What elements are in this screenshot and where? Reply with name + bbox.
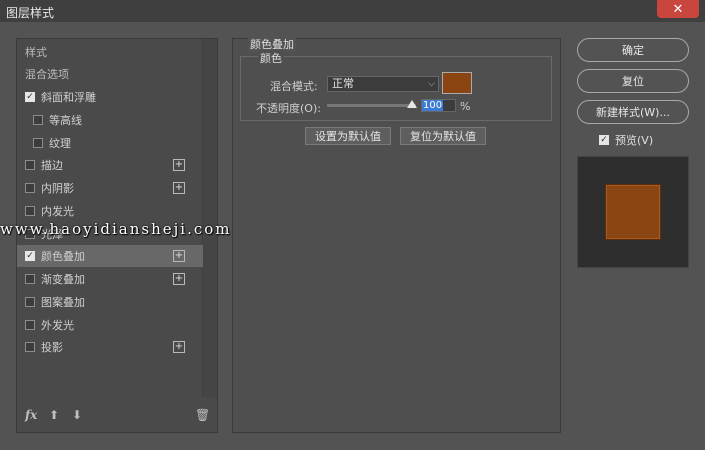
list-item-label: 斜面和浮雕 xyxy=(41,91,96,104)
stroke-checkbox[interactable] xyxy=(25,160,35,170)
ok-button[interactable]: 确定 xyxy=(577,38,689,62)
list-item-label: 混合选项 xyxy=(25,68,69,81)
overlay-color-swatch[interactable] xyxy=(442,72,472,94)
new-style-button[interactable]: 新建样式(W)... xyxy=(577,100,689,124)
list-item-label: 投影 xyxy=(41,341,63,354)
list-item-inner-glow[interactable]: 内发光 xyxy=(17,200,203,222)
list-item-label: 颜色叠加 xyxy=(41,250,85,263)
dialog-title: 图层样式 xyxy=(6,6,55,20)
add-drop-shadow-plus-icon[interactable]: + xyxy=(173,341,185,353)
list-item-label: 图案叠加 xyxy=(41,296,85,309)
drop-shadow-checkbox[interactable] xyxy=(25,342,35,352)
opacity-value: 100 xyxy=(422,100,444,111)
outer-glow-checkbox[interactable] xyxy=(25,320,35,330)
list-bottom-toolbar: fx ⬆ ⬇ 🗑 xyxy=(25,408,210,426)
fieldset-legend-color: 颜色 xyxy=(258,50,284,66)
preview-toggle[interactable]: ✓ 预览(V) xyxy=(599,132,653,148)
list-item-color-overlay[interactable]: ✓ 颜色叠加 + xyxy=(17,245,203,267)
preview-thumbnail xyxy=(605,184,661,240)
list-item-stroke[interactable]: 描边 + xyxy=(17,154,203,176)
list-item-bevel-emboss[interactable]: ✓ 斜面和浮雕 xyxy=(17,86,203,108)
add-gradient-overlay-plus-icon[interactable]: + xyxy=(173,273,185,285)
list-item-pattern-overlay[interactable]: 图案叠加 xyxy=(17,291,203,313)
pattern-overlay-checkbox[interactable] xyxy=(25,297,35,307)
move-down-icon[interactable]: ⬇ xyxy=(72,408,82,422)
opacity-input[interactable]: 100 xyxy=(421,99,456,112)
set-as-default-button[interactable]: 设置为默认值 xyxy=(305,127,391,145)
preview-label: 预览(V) xyxy=(615,134,654,147)
list-item-label: 内阴影 xyxy=(41,182,74,195)
preview-checkbox[interactable]: ✓ xyxy=(599,135,609,145)
bevel-emboss-checkbox[interactable]: ✓ xyxy=(25,92,35,102)
layer-style-dialog: 图层样式 ✕ 样式 混合选项 ✓ 斜面和浮雕 等高线 纹理 描边 + 内阴影 +… xyxy=(0,0,705,450)
blend-mode-select[interactable]: 正常 ⌵ xyxy=(327,76,439,92)
list-item-contour[interactable]: 等高线 xyxy=(17,109,203,131)
list-item-inner-shadow[interactable]: 内阴影 + xyxy=(17,177,203,199)
inner-glow-checkbox[interactable] xyxy=(25,206,35,216)
gradient-overlay-checkbox[interactable] xyxy=(25,274,35,284)
contour-checkbox[interactable] xyxy=(33,115,43,125)
list-item-label: 外发光 xyxy=(41,319,74,332)
close-button[interactable]: ✕ xyxy=(657,0,699,18)
reset-to-default-button[interactable]: 复位为默认值 xyxy=(400,127,486,145)
fx-icon[interactable]: fx xyxy=(25,408,37,422)
blend-mode-value: 正常 xyxy=(332,77,354,90)
titlebar: 图层样式 ✕ xyxy=(0,0,705,22)
add-color-overlay-plus-icon[interactable]: + xyxy=(173,250,185,262)
opacity-slider-knob[interactable] xyxy=(407,100,417,108)
chevron-down-icon: ⌵ xyxy=(428,79,435,89)
list-item-gradient-overlay[interactable]: 渐变叠加 + xyxy=(17,268,203,290)
move-up-icon[interactable]: ⬆ xyxy=(49,408,59,422)
list-item-label: 描边 xyxy=(41,159,63,172)
list-item-label: 内发光 xyxy=(41,205,74,218)
color-overlay-checkbox[interactable]: ✓ xyxy=(25,251,35,261)
trash-icon[interactable]: 🗑 xyxy=(195,408,210,422)
list-item-outer-glow[interactable]: 外发光 xyxy=(17,314,203,336)
list-item-label: 样式 xyxy=(25,46,47,59)
add-stroke-plus-icon[interactable]: + xyxy=(173,159,185,171)
inner-shadow-checkbox[interactable] xyxy=(25,183,35,193)
style-preview xyxy=(577,156,689,268)
list-item-blending-options[interactable]: 混合选项 xyxy=(17,63,203,85)
list-item-label: 纹理 xyxy=(49,137,71,150)
blend-mode-label: 混合模式: xyxy=(270,80,318,93)
opacity-unit: % xyxy=(460,100,471,113)
opacity-label: 不透明度(O): xyxy=(256,102,321,115)
close-icon: ✕ xyxy=(672,1,684,17)
opacity-slider-track[interactable] xyxy=(327,104,416,107)
list-item-drop-shadow[interactable]: 投影 + xyxy=(17,336,203,358)
list-item-label: 等高线 xyxy=(49,114,82,127)
list-item-styles[interactable]: 样式 xyxy=(17,41,203,63)
watermark-text: www.haoyidiansheji.com xyxy=(0,220,232,238)
list-item-label: 渐变叠加 xyxy=(41,273,85,286)
reset-button[interactable]: 复位 xyxy=(577,69,689,93)
add-inner-shadow-plus-icon[interactable]: + xyxy=(173,182,185,194)
list-scrollbar[interactable] xyxy=(202,39,217,397)
list-item-texture[interactable]: 纹理 xyxy=(17,132,203,154)
texture-checkbox[interactable] xyxy=(33,138,43,148)
